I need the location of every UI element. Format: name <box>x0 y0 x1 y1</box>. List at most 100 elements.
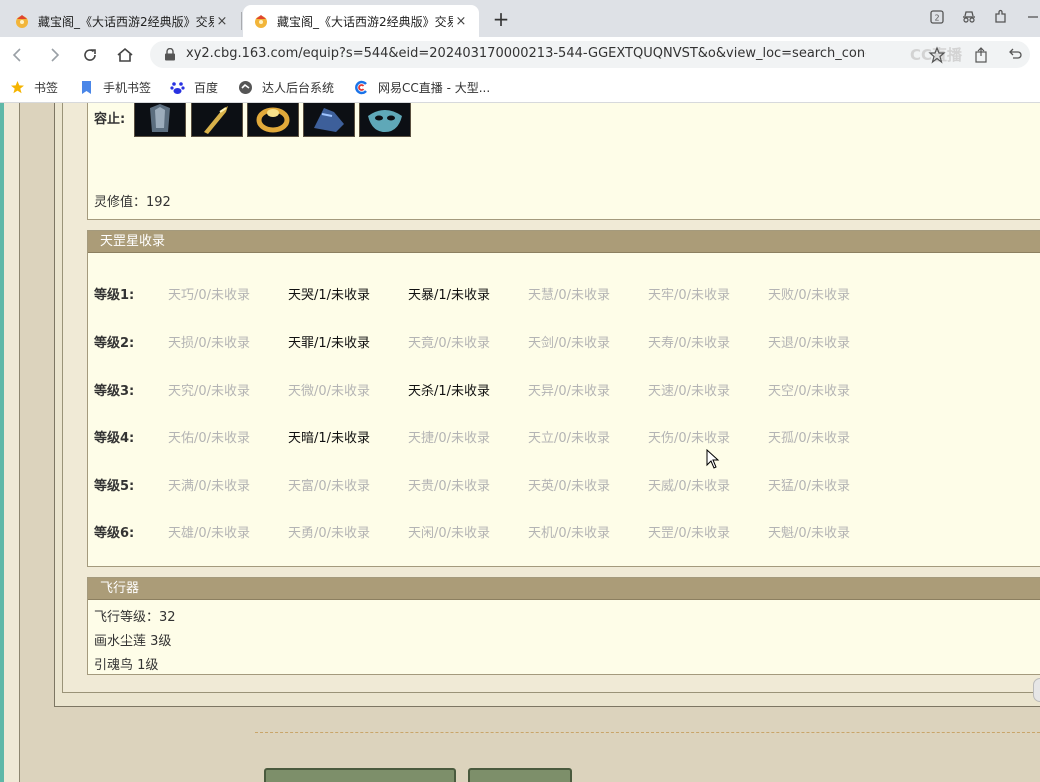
star-cell: 天罡/0/未收录 <box>648 526 731 541</box>
history-back-menu-icon[interactable] <box>1006 46 1024 64</box>
mouse-cursor-icon <box>706 449 720 469</box>
tab-title: 藏宝阁_《大话西游2经典版》交易 <box>277 14 453 29</box>
system-icon <box>239 81 252 94</box>
star-icon <box>11 81 24 94</box>
cbg-favicon-icon <box>16 15 28 28</box>
star-cell: 天异/0/未收录 <box>528 384 611 399</box>
bookmark-label: 百度 <box>194 81 219 95</box>
rongzhi-panel: 容止: 灵修值：192 <box>87 103 1040 220</box>
level-1-label: 等级1: <box>94 288 135 303</box>
page-content: 容止: 灵修值：192 天罡星收录 等级1: 天巧/0/未收录 天哭/1/未收录… <box>0 103 1040 782</box>
star-cell: 天剑/0/未收录 <box>528 336 611 351</box>
tab-close-icon[interactable]: × <box>453 14 469 29</box>
rongzhi-label: 容止: <box>94 112 126 127</box>
bottom-action-button-1[interactable] <box>264 768 456 782</box>
share-icon[interactable] <box>972 46 990 64</box>
star-cell: 天机/0/未收录 <box>528 526 611 541</box>
bookmark-label: 书签 <box>34 81 59 95</box>
baidu-icon <box>170 82 185 94</box>
tab-count-icon[interactable]: 2 <box>928 8 946 26</box>
star-cell: 天哭/1/未收录 <box>288 288 371 303</box>
star-cell: 天魁/0/未收录 <box>768 526 851 541</box>
tab-close-icon[interactable]: × <box>214 14 230 29</box>
dashed-divider <box>255 732 1040 733</box>
lingxiu-value: 灵修值：192 <box>94 195 171 210</box>
star-cell: 天捷/0/未收录 <box>408 431 491 446</box>
bookmark-label: 网易CC直播 - 大型... <box>378 81 491 95</box>
fly-item-text: 引魂鸟 1级 <box>94 658 159 673</box>
tiangang-panel: 天罡星收录 等级1: 天巧/0/未收录 天哭/1/未收录 天暴/1/未收录 天慧… <box>87 230 1040 567</box>
star-cell: 天杀/1/未收录 <box>408 384 491 399</box>
equip-icon-1[interactable] <box>134 103 186 137</box>
armor-icon <box>150 104 170 132</box>
bookmark-star-icon[interactable] <box>928 46 946 64</box>
svg-text:2: 2 <box>934 14 939 23</box>
reload-icon[interactable] <box>80 45 100 65</box>
star-cell: 天巧/0/未收录 <box>168 288 251 303</box>
scroll-handle[interactable] <box>1033 678 1040 702</box>
star-cell: 天伤/0/未收录 <box>648 431 731 446</box>
browser-tab-2-active[interactable]: 藏宝阁_《大话西游2经典版》交易 × <box>243 5 479 37</box>
equip-icon-4[interactable] <box>303 103 355 137</box>
star-cell: 天暗/1/未收录 <box>288 431 371 446</box>
bookmark-item-daren[interactable]: 达人后台系统 <box>238 79 334 96</box>
star-cell: 天孤/0/未收录 <box>768 431 851 446</box>
level-3-label: 等级3: <box>94 384 135 399</box>
incognito-icon[interactable] <box>960 8 978 26</box>
minimize-icon[interactable] <box>1024 8 1040 26</box>
level-4-label: 等级4: <box>94 431 135 446</box>
star-cell: 天寿/0/未收录 <box>648 336 731 351</box>
bookmark-item-shuqian[interactable]: 书签 <box>10 79 58 96</box>
cc-live-icon <box>355 80 367 95</box>
star-cell: 天闲/0/未收录 <box>408 526 491 541</box>
star-cell: 天究/0/未收录 <box>168 384 251 399</box>
star-cell: 天威/0/未收录 <box>648 479 731 494</box>
star-cell: 天富/0/未收录 <box>288 479 371 494</box>
level-5-label: 等级5: <box>94 479 135 494</box>
feixingqi-panel: 飞行器 飞行等级：32 画水尘莲 3级 引魂鸟 1级 <box>87 577 1040 675</box>
star-cell: 天退/0/未收录 <box>768 336 851 351</box>
extensions-icon[interactable] <box>992 8 1010 26</box>
tab-separator <box>241 12 242 30</box>
star-cell: 天贵/0/未收录 <box>408 479 491 494</box>
weapon-icon <box>204 106 228 134</box>
star-cell: 天损/0/未收录 <box>168 336 251 351</box>
bottom-action-button-2[interactable] <box>468 768 572 782</box>
equip-icon-5[interactable] <box>359 103 411 137</box>
star-cell: 天立/0/未收录 <box>528 431 611 446</box>
fly-item-text: 画水尘莲 3级 <box>94 634 172 649</box>
fly-level-text: 飞行等级：32 <box>94 610 176 625</box>
url-text[interactable]: xy2.cbg.163.com/equip?s=544&eid=20240317… <box>186 46 866 61</box>
browser-tab-bar: 藏宝阁_《大话西游2经典版》交易 × 藏宝阁_《大话西游2经典版》交易 × + … <box>0 0 1040 37</box>
boots-icon <box>314 108 344 132</box>
star-cell: 天罪/1/未收录 <box>288 336 371 351</box>
tab-title: 藏宝阁_《大话西游2经典版》交易 <box>38 14 214 29</box>
star-cell: 天败/0/未收录 <box>768 288 851 303</box>
equip-icon-3[interactable] <box>247 103 299 137</box>
bookmark-item-cc-live[interactable]: 网易CC直播 - 大型... <box>354 79 490 96</box>
url-field[interactable]: xy2.cbg.163.com/equip?s=544&eid=20240317… <box>150 41 1030 68</box>
left-scroll-margin <box>4 103 20 782</box>
home-icon[interactable] <box>115 45 135 65</box>
lock-icon[interactable] <box>164 48 176 61</box>
star-cell: 天速/0/未收录 <box>648 384 731 399</box>
bookmark-label: 手机书签 <box>103 81 152 95</box>
bookmark-item-baidu[interactable]: 百度 <box>170 79 218 96</box>
star-cell: 天暴/1/未收录 <box>408 288 491 303</box>
star-cell: 天勇/0/未收录 <box>288 526 371 541</box>
star-cell: 天雄/0/未收录 <box>168 526 251 541</box>
star-cell: 天微/0/未收录 <box>288 384 371 399</box>
star-cell: 天牢/0/未收录 <box>648 288 731 303</box>
forward-icon[interactable] <box>44 45 64 65</box>
browser-tab-1[interactable]: 藏宝阁_《大话西游2经典版》交易 × <box>4 5 240 37</box>
address-bar-row: xy2.cbg.163.com/equip?s=544&eid=20240317… <box>0 37 1040 72</box>
cbg-favicon-icon <box>255 15 267 28</box>
back-icon[interactable] <box>8 45 28 65</box>
bookmark-item-mobile[interactable]: 手机书签 <box>79 79 151 96</box>
new-tab-button[interactable]: + <box>489 8 513 32</box>
level-2-label: 等级2: <box>94 336 135 351</box>
equip-icon-2[interactable] <box>191 103 243 137</box>
star-cell: 天猛/0/未收录 <box>768 479 851 494</box>
star-cell: 天慧/0/未收录 <box>528 288 611 303</box>
star-cell: 天满/0/未收录 <box>168 479 251 494</box>
